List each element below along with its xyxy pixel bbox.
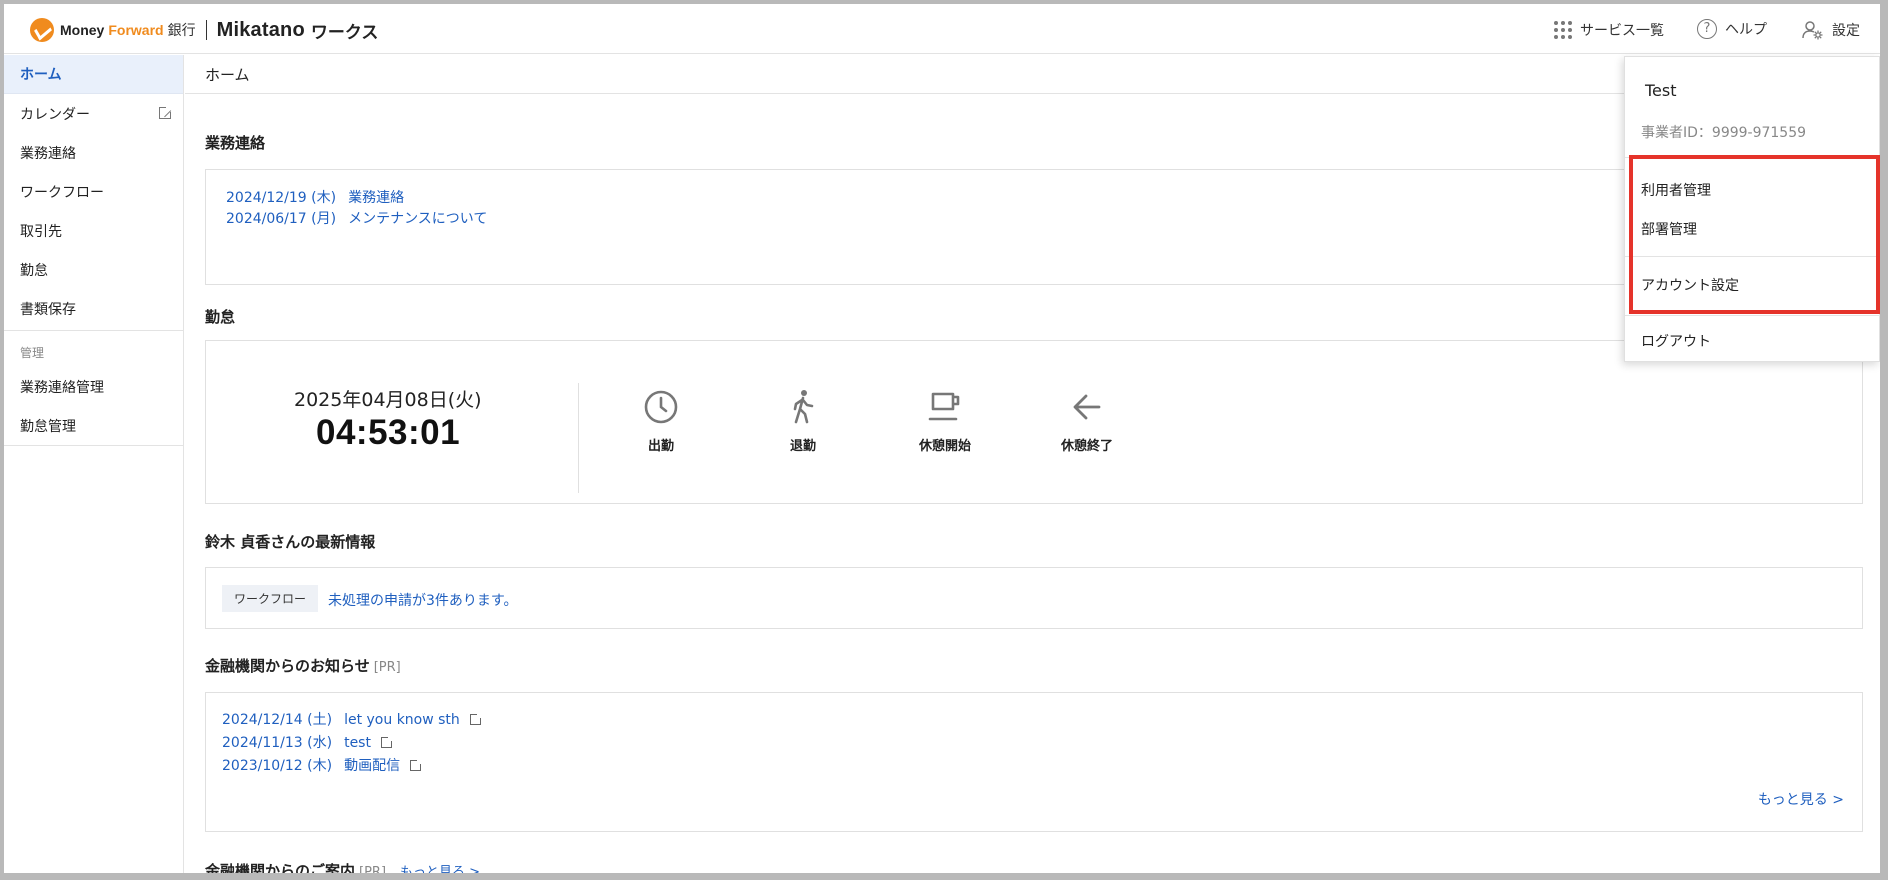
user-name: Test	[1645, 81, 1677, 100]
logout-item[interactable]: ログアウト	[1641, 331, 1711, 351]
external-link-icon	[410, 758, 424, 771]
sidebar-item-label: カレンダー	[20, 106, 90, 123]
break-start-label: 休憩開始	[918, 439, 971, 454]
bank-news-title: 金融機関からのお知らせ [PR]	[205, 655, 401, 676]
sidebar: ホーム カレンダー 業務連絡 ワークフロー 取引先 勤怠 書類保存 管理 業務連…	[4, 55, 184, 873]
moneyforward-logo-icon	[30, 18, 54, 42]
notice-title: メンテナンスについて	[348, 211, 488, 227]
services-label: サービス一覧	[1580, 23, 1664, 39]
apps-grid-icon	[1554, 21, 1572, 39]
sidebar-item-attendance[interactable]: 勤怠	[4, 250, 183, 289]
clock-out-label: 退勤	[789, 439, 816, 454]
news-title: test	[344, 735, 371, 751]
news-title: let you know sth	[344, 712, 460, 728]
news-title: 動画配信	[344, 758, 401, 774]
current-date: 2025年04月08日(火)	[294, 389, 482, 411]
external-link-icon	[380, 735, 394, 748]
sidebar-item-label: 業務連絡管理	[20, 379, 104, 396]
clock-in-button[interactable]: 出勤	[616, 389, 706, 454]
sidebar-item-attendance-admin[interactable]: 勤怠管理	[4, 406, 183, 445]
pr-label: [PR]	[373, 660, 401, 675]
sidebar-item-workflow[interactable]: ワークフロー	[4, 172, 183, 211]
settings-button[interactable]: 設定	[1802, 20, 1860, 40]
clock-icon	[644, 390, 678, 424]
workflow-tag: ワークフロー	[222, 585, 319, 612]
business-notice-item[interactable]: 2024/12/19 (木) 業務連絡	[226, 188, 1862, 209]
sidebar-item-label: ワークフロー	[20, 184, 104, 201]
pending-requests-link[interactable]: 未処理の申請が3件あります。	[328, 590, 518, 610]
business-notice-title: 業務連絡	[205, 134, 266, 152]
help-label: ヘルプ	[1725, 22, 1767, 38]
attendance-panel: 2025年04月08日(火) 04:53:01 出勤 退勤 休憩開始 休憩終了	[205, 340, 1863, 504]
logo-forward-text: Forward	[108, 22, 164, 38]
notice-date: 2024/06/17 (月)	[226, 211, 337, 227]
sidebar-item-label: 勤怠管理	[20, 418, 76, 435]
sidebar-item-business-notice[interactable]: 業務連絡	[4, 133, 183, 172]
sidebar-item-label: ホーム	[20, 67, 62, 83]
news-date: 2024/12/14 (土)	[222, 712, 333, 728]
account-dropdown-menu: Test 事業者ID：9999-971559 利用者管理 部署管理 アカウント設…	[1624, 56, 1880, 362]
business-notice-panel: 2024/12/19 (木) 業務連絡 2024/06/17 (月) メンテナンスに…	[205, 169, 1863, 285]
sidebar-item-label: 書類保存	[20, 301, 76, 318]
pr-label: [PR]	[359, 865, 387, 873]
bank-news-item[interactable]: 2024/12/14 (土) let you know sth	[222, 709, 1862, 732]
logo-money-text: Money	[60, 22, 105, 38]
help-button[interactable]: ? ヘルプ	[1697, 19, 1767, 39]
latest-info-panel: ワークフロー 未処理の申請が3件あります。	[205, 567, 1863, 629]
bank-guide-title-text: 金融機関からのご案内	[205, 862, 356, 873]
highlight-annotation-box	[1629, 155, 1880, 314]
notice-title: 業務連絡	[348, 190, 405, 206]
walking-person-icon	[793, 390, 814, 424]
services-menu-button[interactable]: サービス一覧	[1554, 20, 1664, 40]
clock-out-button[interactable]: 退勤	[758, 389, 848, 454]
bank-news-panel: 2024/12/14 (土) let you know sth 2024/11/1…	[205, 692, 1863, 832]
top-header: Money Forward 銀行 Mikatano ワークス サービス一覧 ? …	[4, 4, 1880, 54]
external-link-icon	[159, 105, 173, 119]
clock-in-label: 出勤	[647, 439, 674, 454]
break-start-button[interactable]: 休憩開始	[900, 389, 990, 454]
notice-date: 2024/12/19 (木)	[226, 190, 337, 206]
news-date: 2023/10/12 (木)	[222, 758, 333, 774]
latest-info-title: 鈴木 貞香さんの最新情報	[205, 533, 376, 551]
user-settings-icon	[1802, 21, 1823, 40]
bank-guide-title: 金融機関からのご案内 [PR] もっと見る >	[205, 860, 480, 873]
attendance-divider	[578, 383, 579, 493]
logo-separator	[205, 20, 207, 40]
break-end-button[interactable]: 休憩終了	[1042, 389, 1132, 454]
sidebar-item-home[interactable]: ホーム	[4, 55, 183, 94]
break-end-label: 休憩終了	[1060, 439, 1113, 454]
app-logo[interactable]: Money Forward 銀行 Mikatano ワークス	[30, 18, 379, 43]
bank-news-title-text: 金融機関からのお知らせ	[205, 657, 370, 675]
help-icon: ?	[1697, 19, 1717, 39]
logo-mikatano-text: Mikatano	[216, 18, 305, 41]
business-notice-item[interactable]: 2024/06/17 (月) メンテナンスについて	[226, 209, 1862, 230]
sidebar-item-label: 業務連絡	[20, 145, 76, 162]
app-window: Money Forward 銀行 Mikatano ワークス サービス一覧 ? …	[4, 4, 1880, 873]
bank-guide-more-link[interactable]: もっと見る >	[400, 865, 480, 873]
current-time: 04:53:01	[316, 413, 461, 452]
logo-works-text: ワークス	[310, 22, 379, 43]
logo-bank-text: 銀行	[167, 23, 196, 39]
bank-news-more-link[interactable]: もっと見る >	[1758, 789, 1844, 809]
sidebar-item-partners[interactable]: 取引先	[4, 211, 183, 250]
sidebar-item-label: 勤怠	[20, 262, 48, 279]
sidebar-item-label: 取引先	[20, 223, 62, 240]
coffee-cup-icon	[928, 392, 960, 421]
settings-label: 設定	[1832, 23, 1860, 39]
business-id: 事業者ID：9999-971559	[1641, 125, 1807, 141]
menu-divider	[1625, 315, 1880, 316]
sidebar-item-documents[interactable]: 書類保存	[4, 289, 183, 328]
bank-news-item[interactable]: 2024/11/13 (水) test	[222, 732, 1862, 755]
sidebar-divider	[4, 445, 183, 446]
news-date: 2024/11/13 (水)	[222, 735, 333, 751]
sidebar-item-business-notice-admin[interactable]: 業務連絡管理	[4, 367, 183, 406]
sidebar-item-calendar[interactable]: カレンダー	[4, 94, 183, 133]
bank-news-item[interactable]: 2023/10/12 (木) 動画配信	[222, 755, 1862, 778]
external-link-icon	[469, 712, 483, 725]
attendance-title: 勤怠	[205, 308, 236, 326]
arrow-left-icon	[1073, 394, 1101, 420]
